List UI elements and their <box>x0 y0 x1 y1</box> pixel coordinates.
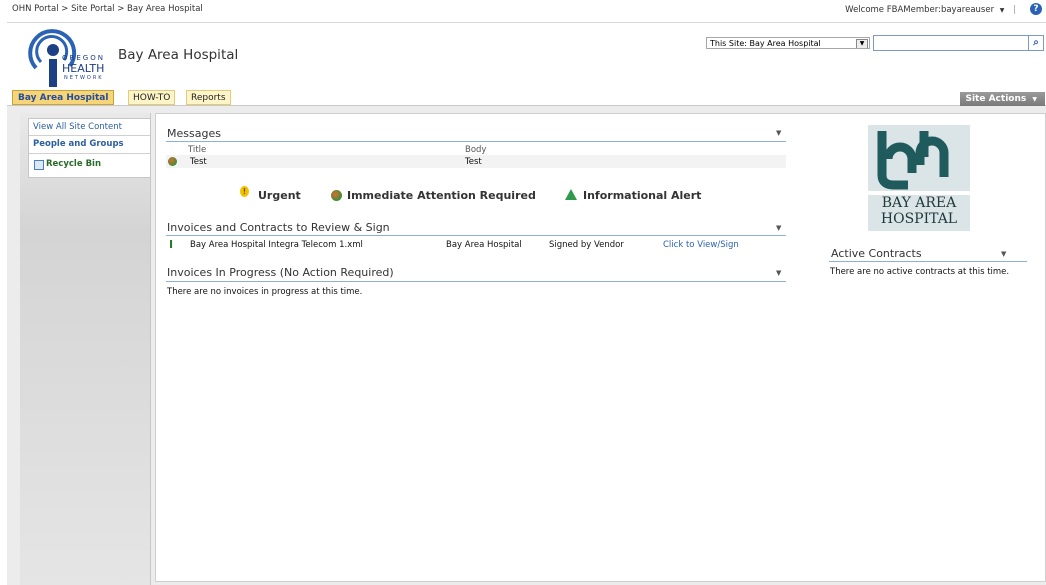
search-icon[interactable]: ⌕ <box>1028 35 1044 51</box>
divider <box>29 153 150 154</box>
chevron-down-icon: ▼ <box>1032 96 1037 103</box>
message-title[interactable]: Test <box>190 157 207 167</box>
recycle-bin-icon <box>34 160 44 170</box>
recycle-bin-link[interactable]: Recycle Bin <box>46 159 101 169</box>
help-icon[interactable]: ? <box>1030 3 1042 15</box>
chevron-down-icon[interactable]: ▼ <box>1001 250 1006 258</box>
people-and-groups-link[interactable]: People and Groups <box>33 139 124 149</box>
tab-how-to[interactable]: HOW-TO <box>128 90 176 105</box>
welcome-text: Welcome FBAMember:bayareauser <box>845 5 995 15</box>
invoices-review-title[interactable]: Invoices and Contracts to Review & Sign <box>167 221 390 234</box>
breadcrumb[interactable]: OHN Portal > Site Portal > Bay Area Hosp… <box>12 4 203 14</box>
chevron-down-icon[interactable]: ▼ <box>776 269 781 277</box>
divider <box>829 261 1027 262</box>
view-sign-link[interactable]: Click to View/Sign <box>663 240 739 250</box>
hospital-logo-graphic <box>868 125 970 191</box>
informational-alert-icon <box>565 189 577 200</box>
legend-informational: Informational Alert <box>583 189 702 202</box>
welcome-menu[interactable]: Welcome FBAMember:bayareauser ▼ | <box>845 5 1016 15</box>
logo-health-text: HEALTH <box>62 62 105 75</box>
divider <box>166 141 786 142</box>
search-scope-select[interactable]: This Site: Bay Area Hospital ▼ <box>706 37 870 49</box>
message-body: Test <box>465 157 482 167</box>
chevron-down-icon[interactable]: ▼ <box>776 129 781 137</box>
legend-immediate: Immediate Attention Required <box>347 189 536 202</box>
left-navigation <box>20 113 151 585</box>
logo-network-text: NETWORK <box>64 75 104 81</box>
site-actions-label: Site Actions <box>965 94 1027 104</box>
divider <box>29 135 150 136</box>
divider <box>166 281 786 282</box>
invoices-progress-title[interactable]: Invoices In Progress (No Action Required… <box>167 266 394 279</box>
active-contracts-title[interactable]: Active Contracts <box>831 247 922 260</box>
document-icon: I <box>169 238 174 251</box>
site-title[interactable]: Bay Area Hospital <box>118 47 238 63</box>
column-header-body[interactable]: Body <box>465 145 486 155</box>
divider <box>166 235 786 236</box>
column-header-title[interactable]: Title <box>188 145 206 155</box>
immediate-attention-icon <box>331 190 342 201</box>
chevron-down-icon: ▼ <box>856 39 868 48</box>
hospital-logo-line2: HOSPITAL <box>868 211 970 231</box>
tab-reports[interactable]: Reports <box>186 90 231 105</box>
messages-title[interactable]: Messages <box>167 127 221 140</box>
chevron-down-icon[interactable]: ▼ <box>776 224 781 232</box>
top-bar: OHN Portal > Site Portal > Bay Area Hosp… <box>7 0 1046 23</box>
chevron-down-icon: ▼ <box>999 7 1005 14</box>
search-input[interactable] <box>873 35 1030 51</box>
separator: | <box>1013 5 1016 15</box>
invoice-status: Signed by Vendor <box>549 240 624 250</box>
hospital-logo-line1: BAY AREA <box>868 195 970 211</box>
urgent-icon: ! <box>240 186 249 197</box>
invoice-file[interactable]: Bay Area Hospital Integra Telecom 1.xml <box>190 240 363 250</box>
search-scope-value: This Site: Bay Area Hospital <box>710 39 821 48</box>
tab-bay-area-hospital[interactable]: Bay Area Hospital <box>12 90 115 105</box>
invoices-progress-empty: There are no invoices in progress at thi… <box>167 287 363 297</box>
bay-area-hospital-logo: BAY AREA HOSPITAL <box>868 125 970 235</box>
active-contracts-empty: There are no active contracts at this ti… <box>830 267 1010 277</box>
quick-launch: View All Site Content People and Groups … <box>28 118 151 178</box>
invoice-organization: Bay Area Hospital <box>446 240 522 250</box>
view-all-site-content-link[interactable]: View All Site Content <box>33 122 122 132</box>
legend-urgent: Urgent <box>258 189 301 202</box>
oregon-health-network-logo[interactable]: OREGON HEALTH NETWORK <box>22 26 122 90</box>
site-actions-button[interactable]: Site Actions ▼ <box>960 92 1045 106</box>
immediate-attention-icon <box>168 157 177 166</box>
logo-oregon-text: OREGON <box>62 54 105 62</box>
